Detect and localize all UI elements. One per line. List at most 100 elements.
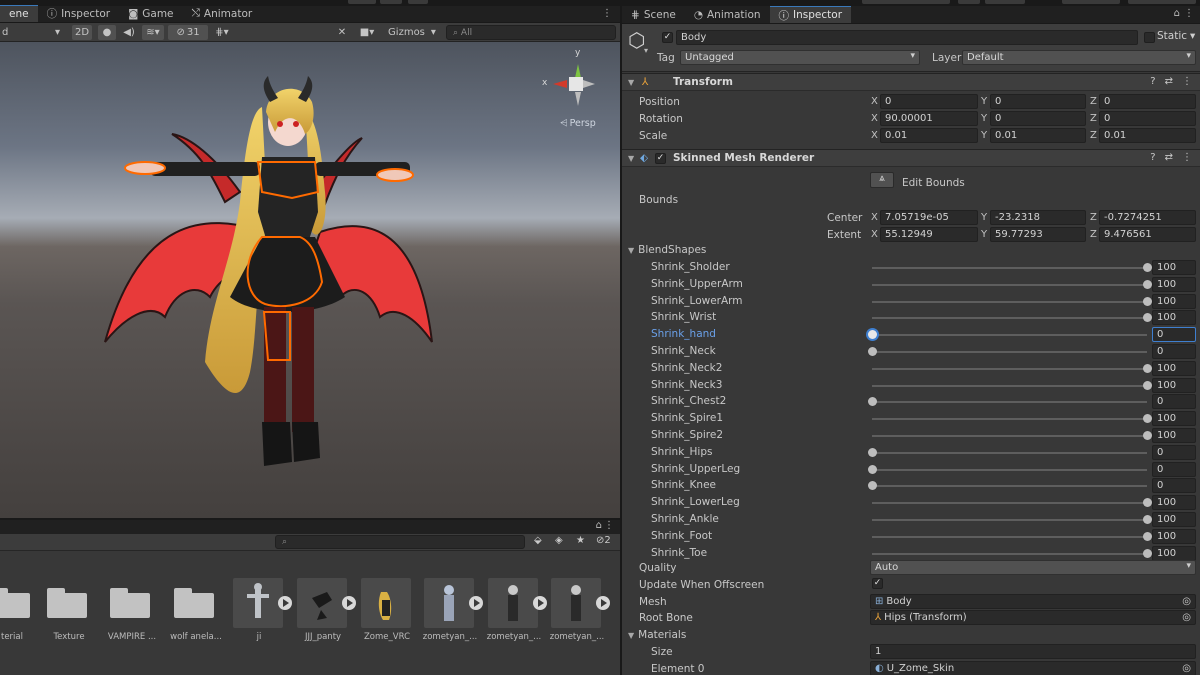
project-search-input[interactable]: ⌕ (275, 535, 525, 549)
blendshape-value-input[interactable]: 100 (1152, 546, 1196, 561)
blendshape-slider-track[interactable] (872, 469, 1147, 471)
quality-dropdown[interactable]: Auto (870, 560, 1196, 575)
blendshape-slider-handle[interactable] (868, 397, 877, 406)
blendshape-value-input[interactable]: 100 (1152, 378, 1196, 393)
tab-game[interactable]: ◙ Game (119, 5, 182, 22)
blendshape-slider-track[interactable] (872, 452, 1147, 454)
hidden-packages-toggle[interactable]: ⊘2 (596, 535, 611, 546)
tab-inspector[interactable]: ⓘ Inspector (769, 6, 852, 23)
preset-icon[interactable]: ⇄ (1165, 76, 1173, 87)
lock-icon[interactable]: ⌂ (596, 520, 602, 531)
blendshape-value-input[interactable]: 0 (1152, 478, 1196, 493)
asset-item[interactable]: ji (233, 578, 292, 668)
blendshape-slider-handle[interactable] (1143, 280, 1152, 289)
layer-dropdown[interactable]: Default (962, 50, 1196, 65)
expand-play-icon[interactable] (342, 596, 356, 610)
blendshape-value-input[interactable]: 100 (1152, 495, 1196, 510)
asset-item[interactable]: terial (0, 578, 38, 668)
renderer-enabled-checkbox[interactable]: ✓ (655, 153, 666, 164)
expand-play-icon[interactable] (596, 596, 610, 610)
active-checkbox[interactable]: ✓ (662, 32, 673, 43)
bounds-center-y[interactable]: -23.2318 (990, 210, 1086, 225)
tools-icon[interactable]: ✕ (334, 25, 350, 40)
context-menu-icon[interactable]: ⋮ (1182, 152, 1192, 163)
object-picker-icon[interactable]: ◎ (1182, 663, 1191, 674)
blendshape-slider-handle[interactable] (1143, 431, 1152, 440)
asset-item[interactable]: zometyan_... (550, 578, 610, 668)
transform-rotation-z[interactable]: 0 (1099, 111, 1196, 126)
preset-icon[interactable]: ⇄ (1165, 152, 1173, 163)
blendshapes-foldout[interactable]: ▼ BlendShapes (628, 244, 706, 256)
lighting-icon[interactable]: ● (98, 25, 116, 40)
blendshape-slider-track[interactable] (872, 317, 1147, 319)
asset-item[interactable]: Texture (43, 578, 95, 668)
blendshape-value-input[interactable]: 100 (1152, 294, 1196, 309)
avatar-model[interactable] (0, 42, 620, 518)
scene-viewport[interactable]: y x ⩤ Persp (0, 42, 620, 518)
transform-header[interactable]: ▼ ⅄ Transform ? ⇄ ⋮ (622, 73, 1200, 91)
blendshape-slider-track[interactable] (872, 401, 1147, 403)
blendshape-slider-handle[interactable] (1143, 364, 1152, 373)
blendshape-value-input[interactable]: 100 (1152, 310, 1196, 325)
transform-scale-z[interactable]: 0.01 (1099, 128, 1196, 143)
edit-bounds-button[interactable]: ⩓ (870, 172, 894, 188)
blendshape-value-input[interactable]: 100 (1152, 428, 1196, 443)
expand-play-icon[interactable] (278, 596, 292, 610)
blendshape-slider-track[interactable] (872, 536, 1147, 538)
blendshape-slider-handle[interactable] (868, 347, 877, 356)
blendshape-slider-handle[interactable] (1143, 498, 1152, 507)
bounds-center-z[interactable]: -0.7274251 (1099, 210, 1196, 225)
blendshape-value-input[interactable]: 100 (1152, 277, 1196, 292)
chevron-down-icon[interactable]: ▾ (644, 46, 648, 55)
help-icon[interactable]: ? (1150, 152, 1155, 163)
window-menu-icon[interactable]: ⋮ (1184, 8, 1194, 19)
effects-icon[interactable]: ≋▾ (142, 25, 164, 40)
blendshape-slider-track[interactable] (872, 351, 1147, 353)
blendshape-value-input[interactable]: 0 (1152, 344, 1196, 359)
blendshape-slider-track[interactable] (872, 284, 1147, 286)
blendshape-value-input[interactable]: 0 (1152, 462, 1196, 477)
blendshape-slider-track[interactable] (872, 267, 1147, 269)
tab-animation[interactable]: ◔ Animation (685, 6, 770, 23)
tab-scene[interactable]: ⋕ Scene (622, 6, 685, 23)
blendshape-slider-track[interactable] (872, 368, 1147, 370)
blendshape-slider-track[interactable] (872, 385, 1147, 387)
object-picker-icon[interactable]: ◎ (1182, 596, 1191, 607)
materials-foldout[interactable]: ▼ Materials (628, 629, 686, 641)
blendshape-slider-track[interactable] (872, 519, 1147, 521)
camera-icon[interactable]: ■▾ (356, 25, 378, 40)
bounds-extent-y[interactable]: 59.77293 (990, 227, 1086, 242)
blendshape-slider-track[interactable] (872, 502, 1147, 504)
transform-scale-y[interactable]: 0.01 (990, 128, 1086, 143)
blendshape-value-input[interactable]: 0 (1152, 394, 1196, 409)
blendshape-value-input[interactable]: 100 (1152, 260, 1196, 275)
view-gizmo[interactable]: y x (542, 48, 603, 110)
asset-item[interactable]: Zome_VRC (361, 578, 413, 668)
blendshape-value-input[interactable]: 0 (1152, 327, 1196, 342)
favorite-icon[interactable]: ★ (576, 535, 585, 546)
draw-mode-dropdown[interactable]: d ▾ (0, 25, 66, 40)
blendshape-slider-handle[interactable] (1143, 313, 1152, 322)
blendshape-slider-track[interactable] (872, 418, 1147, 420)
blendshape-value-input[interactable]: 100 (1152, 411, 1196, 426)
bounds-extent-z[interactable]: 9.476561 (1099, 227, 1196, 242)
help-icon[interactable]: ? (1150, 76, 1155, 87)
blendshape-value-input[interactable]: 100 (1152, 512, 1196, 527)
expand-play-icon[interactable] (469, 596, 483, 610)
blendshape-slider-handle[interactable] (1143, 549, 1152, 558)
asset-item[interactable]: zometyan_... (423, 578, 483, 668)
blendshape-slider-handle[interactable] (868, 448, 877, 457)
blendshape-slider-handle[interactable] (1143, 532, 1152, 541)
expand-play-icon[interactable] (533, 596, 547, 610)
window-menu-icon[interactable]: ⋮ (604, 520, 614, 531)
blendshape-slider-track[interactable] (872, 301, 1147, 303)
projection-toggle[interactable]: ⩤ Persp (560, 118, 596, 129)
transform-rotation-x[interactable]: 90.00001 (880, 111, 978, 126)
root-bone-object-field[interactable]: ⅄ Hips (Transform) ◎ (870, 610, 1196, 625)
transform-position-y[interactable]: 0 (990, 94, 1086, 109)
blendshape-slider-handle[interactable] (868, 465, 877, 474)
blendshape-slider-handle[interactable] (1143, 297, 1152, 306)
filter-type-icon[interactable]: ⬙ (534, 535, 542, 546)
blendshape-value-input[interactable]: 100 (1152, 361, 1196, 376)
asset-item[interactable]: wolf anela... (170, 578, 222, 668)
